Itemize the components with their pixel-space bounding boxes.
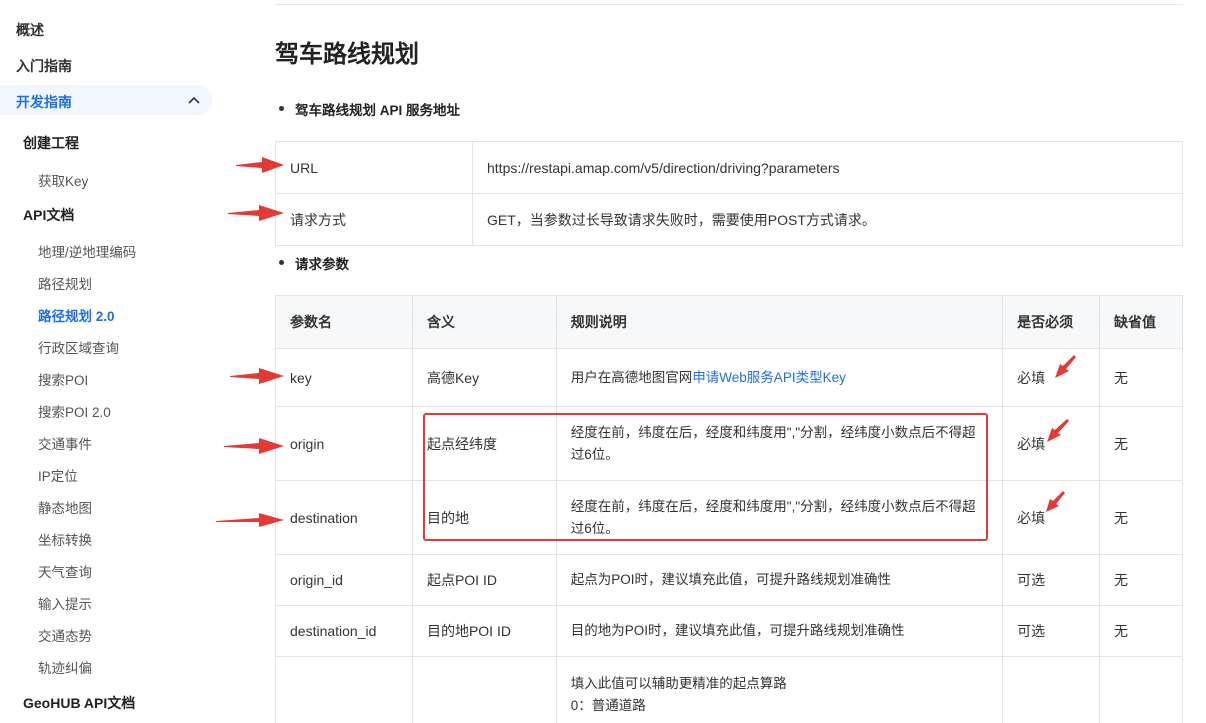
table-row: URL https://restapi.amap.com/v5/directio… bbox=[275, 141, 1183, 194]
param-required: 可选 bbox=[1002, 605, 1101, 657]
request-method-value: GET，当参数过长导致请求失败时，需要使用POST方式请求。 bbox=[472, 193, 1183, 246]
sidebar-item-api[interactable]: 路径规划 bbox=[38, 273, 250, 293]
param-name: key bbox=[275, 348, 413, 407]
table-cell: 请求方式 bbox=[275, 193, 473, 246]
sidebar-item-api[interactable]: 地理/逆地理编码 bbox=[38, 241, 250, 261]
table-cell bbox=[275, 656, 413, 723]
param-default: 无 bbox=[1099, 554, 1183, 606]
sidebar-item-api[interactable]: 交通态势 bbox=[38, 625, 250, 645]
sidebar-group-dev-guide[interactable]: 开发指南 bbox=[0, 85, 212, 115]
param-rule: 用户在高德地图官网申请Web服务API类型Key bbox=[555, 348, 1004, 407]
rule-line: 填入此值可以辅助更精准的起点算路 bbox=[570, 676, 787, 691]
table-row: 请求方式 GET，当参数过长导致请求失败时，需要使用POST方式请求。 bbox=[275, 193, 1183, 246]
section-bullet-request-params: 请求参数 bbox=[279, 253, 349, 273]
sidebar-item-get-key[interactable]: 获取Key bbox=[38, 170, 250, 190]
sidebar-item-api-docs[interactable]: API文档 bbox=[23, 205, 235, 225]
param-required: 可选 bbox=[1002, 554, 1101, 606]
param-meaning: 目的地POI ID bbox=[411, 605, 557, 657]
table-cell bbox=[1099, 656, 1183, 723]
chevron-up-icon[interactable] bbox=[186, 93, 202, 109]
sidebar-item-overview[interactable]: 概述 bbox=[16, 20, 228, 40]
sidebar-item-api[interactable]: 坐标转换 bbox=[38, 529, 250, 549]
param-rule: 经度在前，纬度在后，经度和纬度用","分割，经纬度小数点后不得超过6位。 bbox=[555, 406, 1004, 481]
url-value: https://restapi.amap.com/v5/direction/dr… bbox=[472, 141, 1183, 194]
sidebar-group-label: 开发指南 bbox=[16, 94, 72, 110]
divider bbox=[275, 4, 1183, 5]
sidebar-item-api[interactable]: IP定位 bbox=[38, 465, 250, 485]
table-row: origin 起点经纬度 经度在前，纬度在后，经度和纬度用","分割，经纬度小数… bbox=[275, 406, 1183, 481]
sidebar-item-api[interactable]: 行政区域查询 bbox=[38, 337, 250, 357]
sidebar-item-api[interactable]: 天气查询 bbox=[38, 561, 250, 581]
table-cell bbox=[1002, 656, 1101, 723]
table-row: 填入此值可以辅助更精准的起点算路 0：普通道路 bbox=[275, 656, 1183, 723]
param-rule: 经度在前，纬度在后，经度和纬度用","分割，经纬度小数点后不得超过6位。 bbox=[555, 480, 1004, 555]
sidebar-item-api[interactable]: 静态地图 bbox=[38, 497, 250, 517]
param-rule: 填入此值可以辅助更精准的起点算路 0：普通道路 bbox=[555, 656, 1004, 723]
param-meaning: 起点POI ID bbox=[411, 554, 557, 606]
param-default: 无 bbox=[1099, 406, 1183, 481]
param-default: 无 bbox=[1099, 480, 1183, 555]
table-cell: URL bbox=[275, 141, 473, 194]
param-name: origin bbox=[275, 406, 413, 481]
sidebar-item-api[interactable]: 搜索POI bbox=[38, 369, 250, 389]
rule-line: 0：普通道路 bbox=[570, 698, 646, 713]
param-rule: 目的地为POI时，建议填充此值，可提升路线规划准确性 bbox=[555, 605, 1004, 657]
sidebar-item-api[interactable]: 输入提示 bbox=[38, 593, 250, 613]
param-rule: 起点为POI时，建议填充此值，可提升路线规划准确性 bbox=[555, 554, 1004, 606]
param-required: 必填 bbox=[1002, 348, 1101, 407]
params-table: 参数名 含义 规则说明 是否必须 缺省值 key 高德Key 用户在高德地图官网… bbox=[275, 295, 1183, 723]
table-row: origin_id 起点POI ID 起点为POI时，建议填充此值，可提升路线规… bbox=[275, 554, 1183, 606]
column-header: 含义 bbox=[411, 295, 557, 349]
param-required: 必填 bbox=[1002, 406, 1101, 481]
sidebar-item-api[interactable]: 搜索POI 2.0 bbox=[38, 401, 250, 421]
table-row: destination 目的地 经度在前，纬度在后，经度和纬度用","分割，经纬… bbox=[275, 480, 1183, 555]
column-header: 是否必须 bbox=[1002, 295, 1101, 349]
apply-key-link[interactable]: 申请Web服务API类型Key bbox=[692, 370, 846, 385]
sidebar-item-api[interactable]: 交通事件 bbox=[38, 433, 250, 453]
param-default: 无 bbox=[1099, 605, 1183, 657]
table-cell bbox=[411, 656, 557, 723]
sidebar: 概述 入门指南 开发指南 创建工程 获取Key API文档 地理/逆地理编码 路径… bbox=[0, 0, 220, 723]
sidebar-item-geohub[interactable]: GeoHUB API文档 bbox=[23, 693, 235, 713]
main-content: 驾车路线规划 驾车路线规划 API 服务地址 URL https://resta… bbox=[275, 0, 1183, 723]
sidebar-item-api[interactable]: 轨迹纠偏 bbox=[38, 657, 250, 677]
sidebar-item-create-project[interactable]: 创建工程 bbox=[23, 133, 235, 153]
param-required: 必填 bbox=[1002, 480, 1101, 555]
column-header: 缺省值 bbox=[1099, 295, 1183, 349]
sidebar-item-getting-started[interactable]: 入门指南 bbox=[16, 56, 228, 76]
table-header-row: 参数名 含义 规则说明 是否必须 缺省值 bbox=[275, 295, 1183, 349]
table-row: key 高德Key 用户在高德地图官网申请Web服务API类型Key 必填 无 bbox=[275, 348, 1183, 407]
column-header: 规则说明 bbox=[555, 295, 1004, 349]
param-name: origin_id bbox=[275, 554, 413, 606]
page-title: 驾车路线规划 bbox=[275, 41, 419, 68]
sidebar-item-api[interactable]: 路径规划 2.0 bbox=[38, 305, 250, 325]
param-meaning: 高德Key bbox=[411, 348, 557, 407]
table-row: destination_id 目的地POI ID 目的地为POI时，建议填充此值… bbox=[275, 605, 1183, 657]
param-name: destination bbox=[275, 480, 413, 555]
section-bullet-service-url: 驾车路线规划 API 服务地址 bbox=[278, 99, 460, 119]
column-header: 参数名 bbox=[275, 295, 413, 349]
param-meaning: 起点经纬度 bbox=[411, 406, 557, 481]
param-default: 无 bbox=[1099, 348, 1183, 407]
service-table: URL https://restapi.amap.com/v5/directio… bbox=[275, 141, 1183, 246]
param-meaning: 目的地 bbox=[411, 480, 557, 555]
param-name: destination_id bbox=[275, 605, 413, 657]
